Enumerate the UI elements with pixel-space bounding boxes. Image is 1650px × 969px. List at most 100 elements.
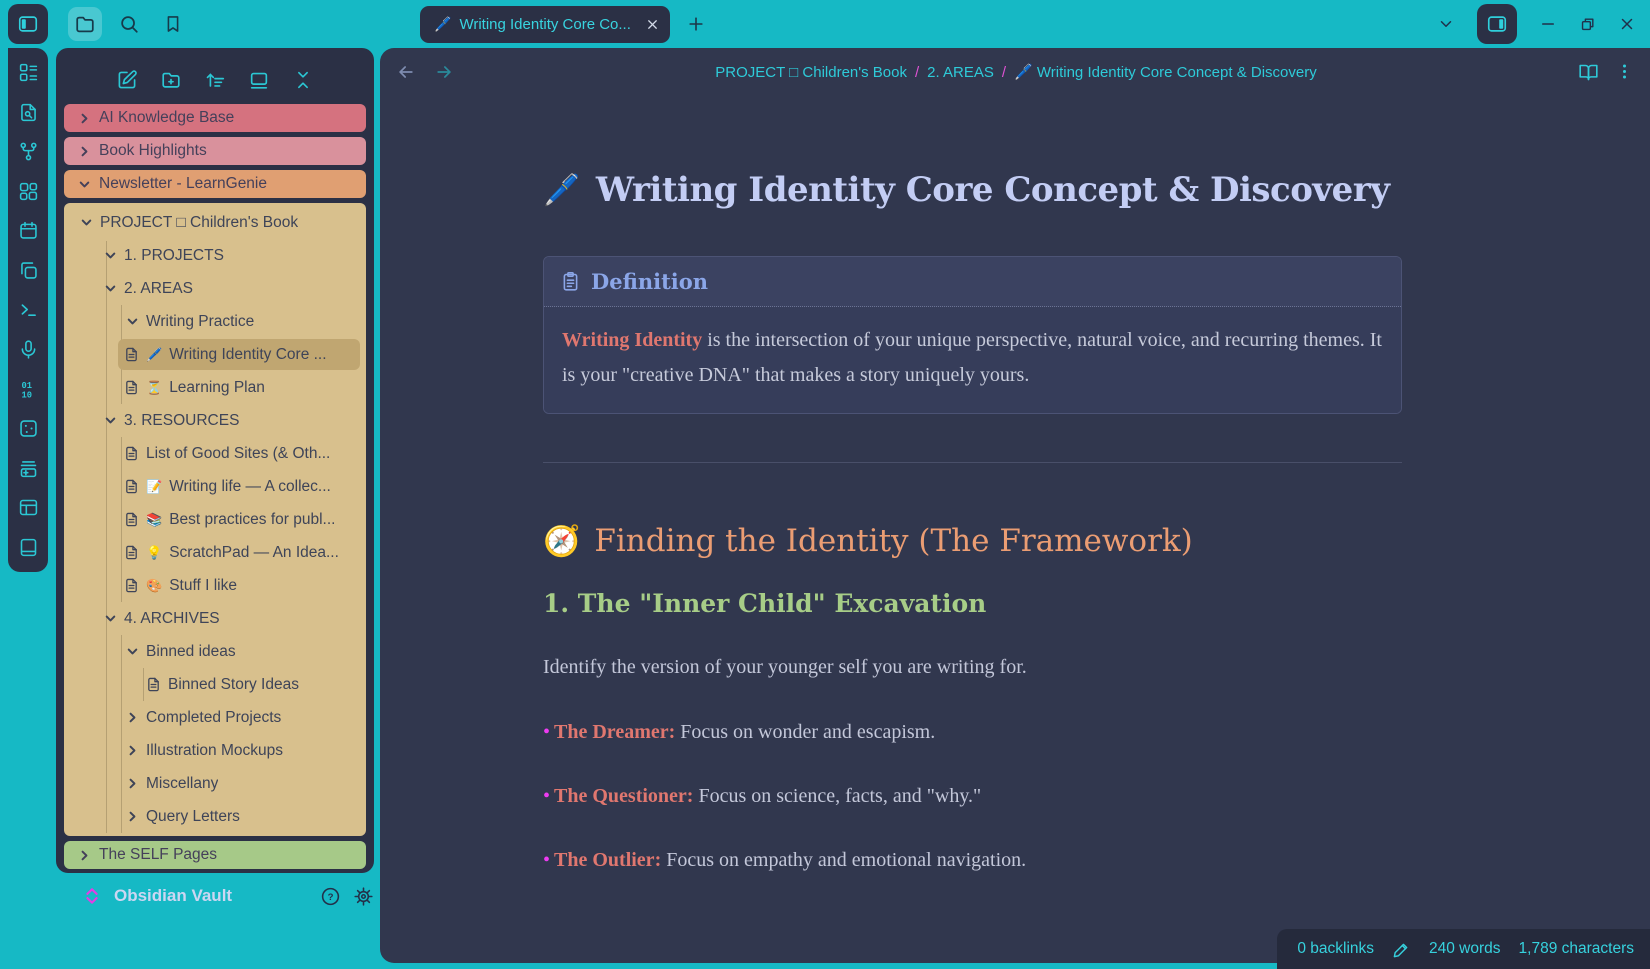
tab-close-icon[interactable] xyxy=(645,17,660,32)
folder-label: 4. ARCHIVES xyxy=(124,609,220,627)
note-actions xyxy=(1578,62,1634,83)
folder-row-1-projects[interactable]: 1. PROJECTS xyxy=(64,239,366,272)
file-row-learning-plan[interactable]: ⏳ Learning Plan xyxy=(64,371,366,404)
nav-arrows xyxy=(396,62,454,82)
book-open-icon xyxy=(1579,64,1598,80)
callout-header[interactable]: Definition xyxy=(544,257,1401,307)
explorer-toolbar xyxy=(64,56,366,104)
workspace-layout-icon[interactable] xyxy=(18,497,39,518)
file-row-list-of-good-sites[interactable]: List of Good Sites (& Oth... xyxy=(64,437,366,470)
new-note-icon[interactable] xyxy=(116,69,138,91)
edit-mode-icon[interactable] xyxy=(1392,940,1411,959)
back-button[interactable] xyxy=(396,62,416,82)
restore-icon xyxy=(1581,17,1594,30)
reading-book-icon[interactable] xyxy=(18,537,39,558)
random-note-dice-icon[interactable] xyxy=(18,418,39,439)
add-card-icon[interactable] xyxy=(18,458,39,479)
graph-view-icon[interactable] xyxy=(18,141,39,162)
callout-body: Writing Identity is the intersection of … xyxy=(544,307,1401,413)
app-window: 🖊️ Writing Identity Core Co... 01 10 AI … xyxy=(0,0,1650,969)
bookmark-icon xyxy=(167,16,179,32)
folder-row-the-self-pages[interactable]: The SELF Pages xyxy=(64,841,366,869)
sort-ascending-icon[interactable] xyxy=(204,69,226,91)
chevron-right-icon xyxy=(129,778,136,789)
folder-row-completed-projects[interactable]: Completed Projects xyxy=(64,701,366,734)
help-button[interactable]: ? xyxy=(320,886,341,907)
file-search-icon[interactable] xyxy=(18,102,39,123)
terminal-icon[interactable] xyxy=(18,299,39,320)
folder-row-illustration-mockups[interactable]: Illustration Mockups xyxy=(64,734,366,767)
folder-label: Query Letters xyxy=(146,807,240,825)
chevron-down-icon xyxy=(105,417,116,424)
file-row-scratchpad[interactable]: 💡 ScratchPad — An Idea... xyxy=(64,536,366,569)
microphone-icon[interactable] xyxy=(18,339,39,360)
backlinks-count[interactable]: 0 backlinks xyxy=(1297,940,1374,958)
search-ribbon-button[interactable] xyxy=(112,7,146,41)
folder-row-newsletter[interactable]: Newsletter - LearnGenie xyxy=(64,170,366,198)
file-row-writing-life[interactable]: 📝 Writing life — A collec... xyxy=(64,470,366,503)
tab-emoji: 🖊️ xyxy=(434,16,452,32)
reading-view-button[interactable] xyxy=(1578,62,1599,83)
more-options-button[interactable] xyxy=(1615,62,1634,83)
chevron-down-icon xyxy=(81,219,92,226)
left-sidebar-toggle-button[interactable] xyxy=(8,4,48,44)
bookmarks-ribbon-button[interactable] xyxy=(156,7,190,41)
subsection-heading-inner-child: 1. The "Inner Child" Excavation xyxy=(543,589,987,618)
files-ribbon-button[interactable] xyxy=(68,7,102,41)
settings-button[interactable] xyxy=(353,886,374,907)
breadcrumb-item[interactable]: 🖊️ Writing Identity Core Concept & Disco… xyxy=(1014,63,1317,81)
character-count[interactable]: 1,789 characters xyxy=(1519,940,1634,958)
bullet-list: The Dreamer: Focus on wonder and escapis… xyxy=(543,721,1402,872)
close-icon xyxy=(1621,18,1633,30)
note-tab[interactable]: 🖊️ Writing Identity Core Co... xyxy=(420,6,670,43)
folder-row-miscellany[interactable]: Miscellany xyxy=(64,767,366,800)
folder-row-book-highlights[interactable]: Book Highlights xyxy=(64,137,366,165)
chevron-down-icon xyxy=(105,285,116,292)
file-label: Writing Identity Core ... xyxy=(169,345,327,363)
window-controls xyxy=(1437,0,1636,48)
restore-button[interactable] xyxy=(1579,16,1596,33)
new-folder-icon[interactable] xyxy=(160,69,182,91)
folder-row-ai-knowledge-base[interactable]: AI Knowledge Base xyxy=(64,104,366,132)
folder-row-2-areas[interactable]: 2. AREAS xyxy=(64,272,366,305)
folder-row-project-childrens-book[interactable]: PROJECT □ Children's Book xyxy=(64,206,366,239)
main-pane: PROJECT □ Children's Book / 2. AREAS / 🖊… xyxy=(380,48,1650,963)
file-row-stuff-i-like[interactable]: 🎨 Stuff I like xyxy=(64,569,366,602)
file-row-binned-story-ideas[interactable]: Binned Story Ideas xyxy=(64,668,366,701)
file-label: Learning Plan xyxy=(169,378,265,396)
section-heading-framework: 🧭 Finding the Identity (The Framework) xyxy=(543,523,1193,559)
file-emoji: 🖊️ xyxy=(146,347,163,362)
file-emoji: 🎨 xyxy=(146,578,163,593)
chevron-right-icon xyxy=(129,745,136,756)
word-count[interactable]: 240 words xyxy=(1429,940,1501,958)
folder-row-4-archives[interactable]: 4. ARCHIVES xyxy=(64,602,366,635)
vault-switcher-icon[interactable] xyxy=(82,886,102,906)
folder-row-query-letters[interactable]: Query Letters xyxy=(64,800,366,833)
file-explorer-panel: AI Knowledge Base Book Highlights Newsle… xyxy=(56,48,374,873)
folder-row-writing-practice[interactable]: Writing Practice xyxy=(64,305,366,338)
workspace-list-icon[interactable] xyxy=(18,62,39,83)
vault-name[interactable]: Obsidian Vault xyxy=(114,886,308,906)
document-icon xyxy=(126,512,137,527)
new-tab-button[interactable] xyxy=(686,14,706,34)
close-window-button[interactable] xyxy=(1618,15,1636,33)
forward-button[interactable] xyxy=(434,62,454,82)
tab-list-button[interactable] xyxy=(1437,15,1455,33)
duplicate-icon[interactable] xyxy=(18,260,39,281)
breadcrumb-item[interactable]: PROJECT □ Children's Book xyxy=(715,64,907,81)
calendar-icon[interactable] xyxy=(18,220,39,241)
canvas-icon[interactable] xyxy=(18,181,39,202)
breadcrumb-item[interactable]: 2. AREAS xyxy=(927,64,994,81)
folder-row-3-resources[interactable]: 3. RESOURCES xyxy=(64,404,366,437)
file-row-writing-identity-core[interactable]: 🖊️ Writing Identity Core ... xyxy=(64,338,366,371)
collapse-all-icon[interactable] xyxy=(292,69,314,91)
stack-view-icon[interactable] xyxy=(248,69,270,91)
binary-icon[interactable]: 01 10 xyxy=(18,379,39,400)
minimize-button[interactable] xyxy=(1539,15,1557,33)
note-content[interactable]: 🖊️ Writing Identity Core Concept & Disco… xyxy=(380,96,1402,872)
folder-row-binned-ideas[interactable]: Binned ideas xyxy=(64,635,366,668)
file-row-best-practices[interactable]: 📚 Best practices for publ... xyxy=(64,503,366,536)
svg-text:?: ? xyxy=(328,892,334,903)
right-sidebar-toggle-button[interactable] xyxy=(1477,4,1517,44)
folder-label: Completed Projects xyxy=(146,708,282,726)
